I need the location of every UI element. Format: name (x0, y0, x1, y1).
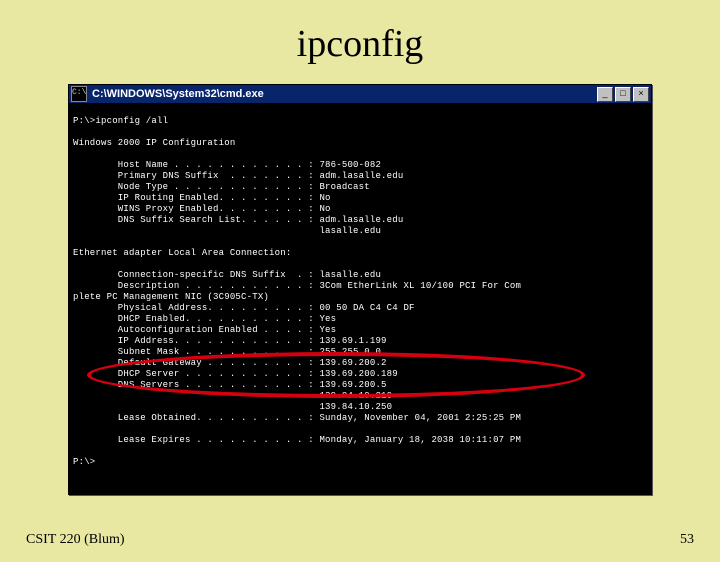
terminal-line: IP Address. . . . . . . . . . . . : 139.… (73, 336, 387, 346)
window-titlebar: C:\ C:\WINDOWS\System32\cmd.exe _ □ × (69, 85, 651, 103)
terminal-line: lasalle.edu (73, 226, 381, 236)
terminal-line: P:\>ipconfig /all (73, 116, 168, 126)
terminal-line: DNS Suffix Search List. . . . . . : adm.… (73, 215, 403, 225)
footer-left: CSIT 220 (Blum) (26, 532, 125, 548)
terminal-line: Ethernet adapter Local Area Connection: (73, 248, 291, 258)
terminal-line: Node Type . . . . . . . . . . . . : Broa… (73, 182, 370, 192)
footer-page-number: 53 (680, 532, 694, 548)
window-title: C:\WINDOWS\System32\cmd.exe (90, 88, 597, 100)
minimize-button[interactable]: _ (597, 87, 613, 102)
slide-title: ipconfig (0, 22, 720, 66)
terminal-line: Lease Obtained. . . . . . . . . . : Sund… (73, 413, 521, 423)
terminal-line: Host Name . . . . . . . . . . . . : 786-… (73, 160, 381, 170)
terminal-output: P:\>ipconfig /all Windows 2000 IP Config… (69, 103, 651, 494)
terminal-line: Connection-specific DNS Suffix . : lasal… (73, 270, 381, 280)
terminal-line: 139.84.10.210 (73, 391, 392, 401)
terminal-line: Primary DNS Suffix . . . . . . . : adm.l… (73, 171, 403, 181)
terminal-line: Windows 2000 IP Configuration (73, 138, 235, 148)
terminal-line: DHCP Server . . . . . . . . . . . : 139.… (73, 369, 398, 379)
terminal-line: P:\> (73, 457, 95, 467)
cmd-icon: C:\ (71, 86, 87, 102)
maximize-button[interactable]: □ (615, 87, 631, 102)
slide-footer: CSIT 220 (Blum) 53 (26, 532, 694, 548)
terminal-line: Physical Address. . . . . . . . . : 00 5… (73, 303, 415, 313)
terminal-line: Lease Expires . . . . . . . . . . : Mond… (73, 435, 521, 445)
terminal-line: plete PC Management NIC (3C905C-TX) (73, 292, 269, 302)
terminal-line: WINS Proxy Enabled. . . . . . . . : No (73, 204, 331, 214)
terminal-line: DNS Servers . . . . . . . . . . . : 139.… (73, 380, 387, 390)
window-buttons: _ □ × (597, 87, 649, 102)
cmd-window: C:\ C:\WINDOWS\System32\cmd.exe _ □ × P:… (68, 84, 652, 495)
terminal-line: Default Gateway . . . . . . . . . : 139.… (73, 358, 387, 368)
terminal-line: Subnet Mask . . . . . . . . . . . : 255.… (73, 347, 381, 357)
terminal-line: Description . . . . . . . . . . . : 3Com… (73, 281, 521, 291)
terminal-line: Autoconfiguration Enabled . . . . : Yes (73, 325, 336, 335)
terminal-line: IP Routing Enabled. . . . . . . . : No (73, 193, 331, 203)
close-button[interactable]: × (633, 87, 649, 102)
terminal-line: 139.84.10.250 (73, 402, 392, 412)
terminal-line: DHCP Enabled. . . . . . . . . . . : Yes (73, 314, 336, 324)
